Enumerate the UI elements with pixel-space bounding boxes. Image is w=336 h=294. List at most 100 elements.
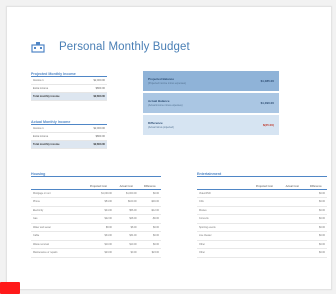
row-value[interactable] <box>249 240 280 249</box>
row-value[interactable]: $0.00 <box>304 248 327 258</box>
row-value[interactable]: $0.00 <box>138 240 161 249</box>
row-value[interactable]: $28.00 <box>113 214 139 224</box>
row-value[interactable] <box>279 214 305 224</box>
row-value[interactable]: $0.00 <box>304 197 327 207</box>
row-value[interactable]: $100.00 <box>113 197 139 207</box>
row-value[interactable]: $8.00 <box>113 223 139 232</box>
projected-balance-label: Projected Balance <box>148 77 175 81</box>
row-value[interactable]: $800.00 <box>81 84 107 93</box>
table-row: Sporting events $0.00 <box>197 223 327 232</box>
row-value[interactable] <box>249 223 280 232</box>
actual-balance-row: Actual Balance (Actual income minus expe… <box>143 93 279 113</box>
row-value[interactable]: $10.00 <box>113 240 139 249</box>
table-row: Gas $22.00 $28.00 -$6.00 <box>31 214 161 224</box>
row-label: Total monthly income <box>31 92 82 101</box>
row-value[interactable] <box>279 197 305 207</box>
row-value[interactable]: $0.00 <box>304 189 327 198</box>
row-value[interactable]: $0.00 <box>304 240 327 249</box>
row-value[interactable] <box>279 231 305 241</box>
row-label: Other <box>197 248 249 258</box>
row-value[interactable]: $800.00 <box>81 132 107 141</box>
row-value[interactable]: $56.00 <box>113 206 139 215</box>
housing-table: Projected Cost Actual Cost Difference Mo… <box>31 177 161 258</box>
row-value[interactable]: $1,000.00 <box>113 189 139 198</box>
table-row: Mortgage or rent $1,000.00 $1,000.00 $0.00 <box>31 189 161 198</box>
row-label: CDs <box>197 197 249 207</box>
row-value[interactable] <box>279 240 305 249</box>
column-header: Actual Cost <box>113 177 139 190</box>
balance-summary: Projected Balance (Projected income minu… <box>143 71 279 137</box>
actual-balance-value: $1,090.00 <box>260 101 274 105</box>
row-value[interactable] <box>279 206 305 215</box>
row-value[interactable] <box>249 206 280 215</box>
row-value[interactable] <box>279 223 305 232</box>
row-value[interactable]: $2,000.00 <box>81 77 107 85</box>
title-row: Personal Monthly Budget <box>31 41 190 53</box>
row-label: Extra income <box>31 132 82 141</box>
table-header-row: Projected Cost Actual Cost Difference <box>31 177 161 190</box>
entertainment-table: Projected Cost Actual Cost Difference Vi… <box>197 177 327 258</box>
row-value[interactable]: $0.00 <box>113 248 139 258</box>
row-value[interactable]: $34.00 <box>113 231 139 241</box>
actual-balance-label: Actual Balance <box>148 99 170 103</box>
row-value[interactable]: $8.00 <box>83 223 114 232</box>
row-value[interactable] <box>249 214 280 224</box>
row-value[interactable]: $22.00 <box>83 214 114 224</box>
table-row: CDs $0.00 <box>197 197 327 207</box>
table-row: Other $0.00 <box>197 240 327 249</box>
row-value[interactable]: $0.00 <box>304 206 327 215</box>
row-value[interactable] <box>249 189 280 198</box>
row-value[interactable] <box>249 197 280 207</box>
row-value[interactable]: $1,000.00 <box>83 189 114 198</box>
table-row-total: Total monthly income $2,800.00 <box>31 140 107 149</box>
row-value[interactable]: $0.00 <box>304 214 327 224</box>
row-value[interactable] <box>249 231 280 241</box>
row-value[interactable]: -$12.00 <box>138 206 161 215</box>
row-label: Cable <box>31 231 83 241</box>
row-value[interactable]: -$6.00 <box>138 214 161 224</box>
row-value[interactable]: $0.00 <box>138 231 161 241</box>
entertainment-section: Entertainment Projected Cost Actual Cost… <box>197 171 327 258</box>
row-value[interactable]: $0.00 <box>138 189 161 198</box>
table-row: Extra income $800.00 <box>31 132 107 141</box>
difference-label: Difference <box>148 121 163 125</box>
difference-note: (Actual minus projected) <box>148 126 174 129</box>
row-value[interactable]: $0.00 <box>304 231 327 241</box>
row-value: $2,800.00 <box>81 92 107 101</box>
table-row: Live theater $0.00 <box>197 231 327 241</box>
row-label: Water and sewer <box>31 223 83 232</box>
row-value[interactable]: $0.00 <box>138 223 161 232</box>
row-value[interactable]: $0.00 <box>304 223 327 232</box>
row-value[interactable] <box>279 248 305 258</box>
row-label: Phone <box>31 197 83 207</box>
row-value[interactable]: $44.00 <box>83 206 114 215</box>
projected-balance-row: Projected Balance (Projected income minu… <box>143 71 279 91</box>
row-value[interactable]: -$46.00 <box>138 197 161 207</box>
row-value[interactable]: $54.00 <box>83 197 114 207</box>
row-value[interactable] <box>249 248 280 258</box>
row-label: Income 1 <box>31 77 82 85</box>
budget-worksheet: Personal Monthly Budget Projected Monthl… <box>6 6 332 290</box>
difference-value: $(25.00) <box>262 123 274 127</box>
row-label: Gas <box>31 214 83 224</box>
row-label: Total monthly income <box>31 140 82 149</box>
row-value[interactable]: $10.00 <box>83 240 114 249</box>
row-label: Live theater <box>197 231 249 241</box>
row-label: Income 1 <box>31 125 82 133</box>
row-value[interactable]: $23.00 <box>138 248 161 258</box>
row-label: Concerts <box>197 214 249 224</box>
row-label: Extra income <box>31 84 82 93</box>
row-value[interactable] <box>279 189 305 198</box>
table-row: Income 1 $2,000.00 <box>31 77 107 85</box>
row-value[interactable]: $2,000.00 <box>81 125 107 133</box>
table-row: Maintenance or repairs $23.00 $0.00 $23.00 <box>31 248 161 258</box>
row-value[interactable]: $34.00 <box>83 231 114 241</box>
table-row: Other $0.00 <box>197 248 327 258</box>
row-value[interactable]: $23.00 <box>83 248 114 258</box>
table-row: Waste removal $10.00 $10.00 $0.00 <box>31 240 161 249</box>
row-label: Sporting events <box>197 223 249 232</box>
budget-building-icon <box>31 41 45 53</box>
page-title: Personal Monthly Budget <box>59 41 190 53</box>
row-label: Movies <box>197 206 249 215</box>
row-label: Waste removal <box>31 240 83 249</box>
